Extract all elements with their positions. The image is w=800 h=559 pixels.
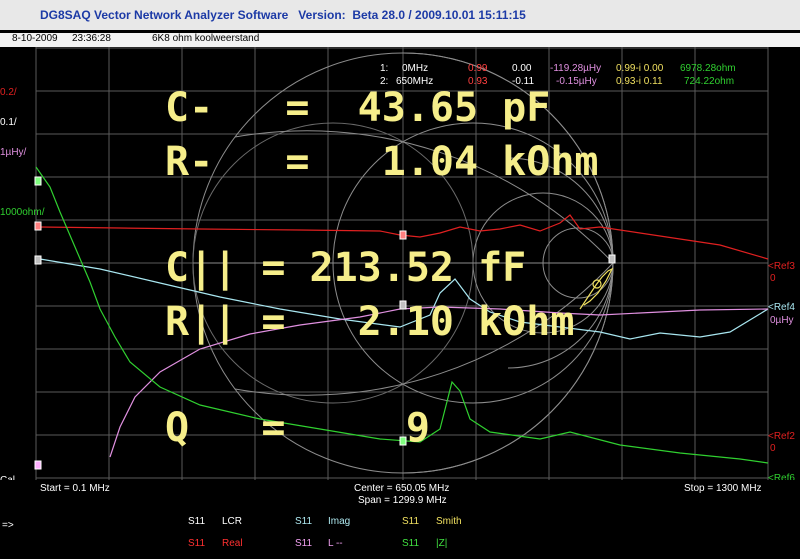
legend-s11-smith-port[interactable]: S11 xyxy=(402,516,419,527)
ref2-label: <Ref2 xyxy=(768,431,795,442)
scale-label-imag: 0.1/ xyxy=(0,117,17,128)
window-title: DG8SAQ Vector Network Analyzer Software … xyxy=(40,8,526,22)
legend-s11-imag-port[interactable]: S11 xyxy=(295,516,312,527)
plot-area[interactable]: 0.2/ 0.1/ 1µHy/ 1000ohm/ Cal <Ref3 0 <Re… xyxy=(0,47,800,486)
marker-1-v3: -119.28µHy xyxy=(550,63,602,74)
span-frequency: Span = 1299.9 MHz xyxy=(358,495,447,506)
ref3-value: 0 xyxy=(770,273,776,284)
legend-s11-l-name[interactable]: L -- xyxy=(328,538,343,549)
center-frequency: Center = 650.05 MHz xyxy=(354,483,450,494)
legend-s11-real-port[interactable]: S11 xyxy=(188,538,205,549)
ref4-value: 0µHy xyxy=(770,315,794,326)
legend-s11-z-port[interactable]: S11 xyxy=(402,538,419,549)
time-text: 23:36:28 xyxy=(72,33,111,44)
marker-2-v3: -0.15µHy xyxy=(556,76,597,87)
title-bar: DG8SAQ Vector Network Analyzer Software … xyxy=(0,0,800,30)
start-frequency: Start = 0.1 MHz xyxy=(40,483,110,494)
marker-1-freq: 0MHz xyxy=(402,63,429,74)
scale-label-real: 0.2/ xyxy=(0,87,17,98)
marker-1-v4: 0.99-i 0.00 xyxy=(616,63,664,74)
stop-frequency: Stop = 1300 MHz xyxy=(684,483,762,494)
marker-1-v5: 6978.28ohm xyxy=(680,63,736,74)
scale-label-impedance: 1000ohm/ xyxy=(0,207,45,218)
date-text: 8-10-2009 xyxy=(12,33,58,44)
marker-2-v4: 0.93-i 0.11 xyxy=(616,76,663,87)
series-capacitance: C- = 43.65 pF xyxy=(165,85,551,131)
parallel-resistance: R|| = 2.10 kOhm xyxy=(165,299,575,345)
description-text: 6K8 ohm koolweerstand xyxy=(152,33,260,44)
marker-1-id: 1: xyxy=(380,63,389,74)
legend-s11-lcr-port[interactable]: S11 xyxy=(188,516,205,527)
legend-s11-real-name[interactable]: Real xyxy=(222,538,243,549)
marker-1-v2: 0.00 xyxy=(512,63,532,74)
footer: Start = 0.1 MHz Center = 650.05 MHz Span… xyxy=(0,480,800,559)
ref2-value: 0 xyxy=(770,443,776,454)
legend-s11-lcr-name[interactable]: LCR xyxy=(222,516,242,527)
quality-factor: Q = 9 xyxy=(165,405,430,451)
command-prompt[interactable]: => xyxy=(2,520,14,531)
scale-label-inductance: 1µHy/ xyxy=(0,147,27,158)
parallel-capacitance: C|| = 213.52 fF xyxy=(165,245,527,291)
marker-1-v1: 0.99 xyxy=(468,63,488,74)
marker-2-v5: 724.22ohm xyxy=(684,76,735,87)
ref4-label: <Ref4 xyxy=(768,302,795,313)
legend-s11-imag-name[interactable]: Imag xyxy=(328,516,350,527)
info-bar: 8-10-2009 23:36:28 6K8 ohm koolweerstand xyxy=(0,33,800,47)
series-resistance: R- = 1.04 kOhm xyxy=(165,139,599,185)
legend-s11-z-name[interactable]: |Z| xyxy=(436,538,447,549)
ref3-label: <Ref3 xyxy=(768,261,795,272)
legend-s11-smith-name[interactable]: Smith xyxy=(436,516,462,527)
legend-s11-l-port[interactable]: S11 xyxy=(295,538,312,549)
